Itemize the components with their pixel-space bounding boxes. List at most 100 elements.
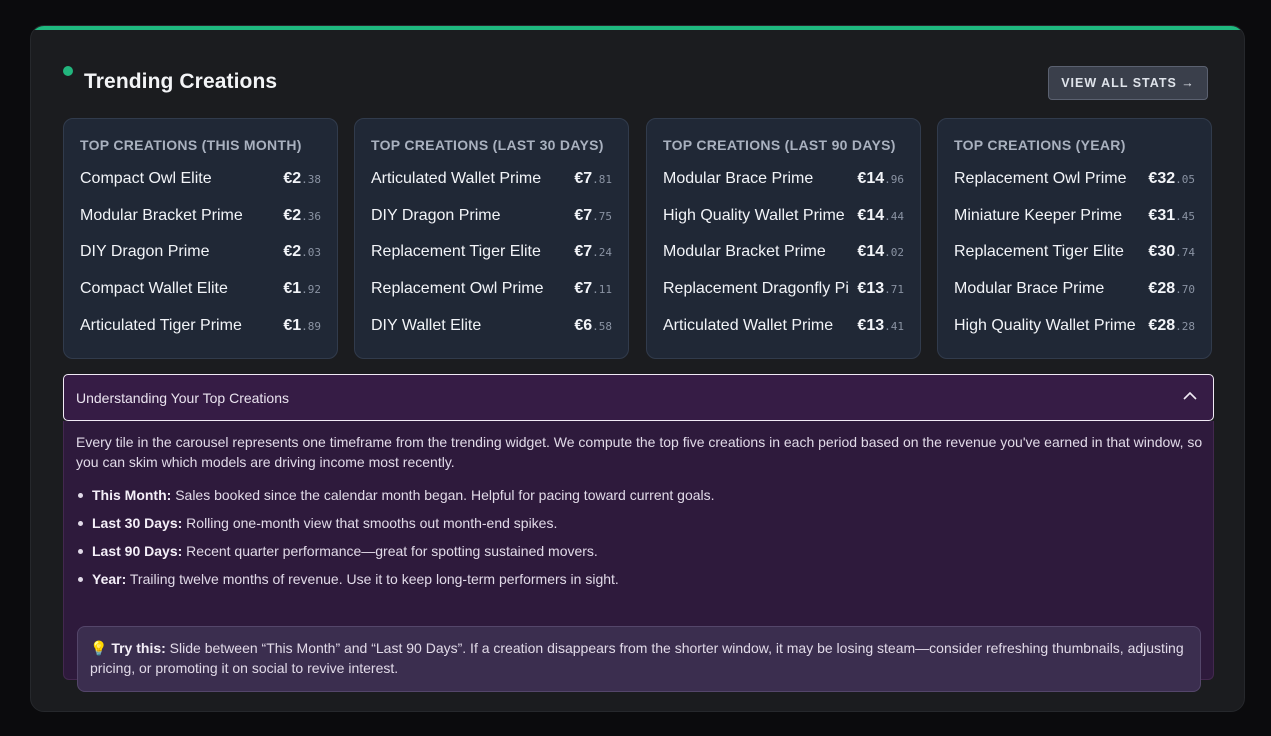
creation-revenue: €7.81	[574, 170, 612, 188]
creation-revenue: €14.02	[857, 243, 904, 261]
timeframe-bullets: This Month: Sales booked since the calen…	[76, 485, 1196, 597]
tip-text: Slide between “This Month” and “Last 90 …	[90, 640, 1184, 676]
creation-row[interactable]: Replacement Tiger Elite €7.24	[371, 243, 612, 265]
creation-row[interactable]: Articulated Tiger Prime €1.89	[80, 317, 321, 339]
revenue-cents: .89	[301, 320, 321, 333]
revenue-whole: €2	[283, 207, 302, 224]
creation-row[interactable]: Modular Bracket Prime €14.02	[663, 243, 904, 265]
creation-revenue: €13.71	[857, 280, 904, 298]
revenue-cents: .44	[884, 210, 904, 223]
revenue-whole: €14	[857, 170, 885, 187]
accordion-intro: Every tile in the carousel represents on…	[76, 434, 1203, 470]
creation-revenue: €7.11	[574, 280, 612, 298]
tip-callout: 💡 Try this: Slide between “This Month” a…	[77, 626, 1201, 692]
view-all-stats-button[interactable]: VIEW ALL STATS →	[1048, 66, 1208, 100]
creation-revenue: €1.89	[283, 317, 321, 335]
creation-row[interactable]: DIY Wallet Elite €6.58	[371, 317, 612, 339]
creation-revenue: €2.36	[283, 207, 321, 225]
revenue-cents: .11	[592, 283, 612, 296]
bullet-text: Rolling one-month view that smooths out …	[182, 515, 558, 531]
creation-name: Articulated Wallet Prime	[371, 170, 542, 187]
creation-row[interactable]: Modular Brace Prime €14.96	[663, 170, 904, 192]
trending-panel: Trending Creations VIEW ALL STATS → TOP …	[30, 25, 1245, 712]
accordion-header[interactable]: Understanding Your Top Creations	[63, 374, 1214, 421]
creation-name: Replacement Tiger Elite	[371, 243, 541, 260]
revenue-cents: .45	[1175, 210, 1195, 223]
creation-name: DIY Dragon Prime	[371, 207, 501, 224]
creation-revenue: €13.41	[857, 317, 904, 335]
bullet-term: Last 90 Days:	[92, 543, 183, 559]
revenue-cents: .92	[301, 283, 321, 296]
creation-row[interactable]: Replacement Dragonfly Pi €13.71	[663, 280, 904, 302]
creation-row[interactable]: Replacement Owl Prime €32.05	[954, 170, 1195, 192]
creation-name: Articulated Wallet Prime	[663, 317, 834, 334]
creation-revenue: €14.96	[857, 170, 904, 188]
revenue-cents: .71	[884, 283, 904, 296]
chevron-up-icon	[1183, 391, 1197, 400]
creation-row[interactable]: Articulated Wallet Prime €7.81	[371, 170, 612, 192]
creation-row[interactable]: Modular Brace Prime €28.70	[954, 280, 1195, 302]
revenue-cents: .74	[1175, 246, 1195, 259]
tip-label: Try this:	[111, 640, 166, 656]
creation-row[interactable]: Articulated Wallet Prime €13.41	[663, 317, 904, 339]
creation-name: Modular Bracket Prime	[663, 243, 826, 260]
creation-revenue: €6.58	[574, 317, 612, 335]
creation-revenue: €31.45	[1148, 207, 1195, 225]
creation-name: Compact Wallet Elite	[80, 280, 228, 297]
creation-name: DIY Dragon Prime	[80, 243, 210, 260]
creation-row[interactable]: High Quality Wallet Prime €14.44	[663, 207, 904, 229]
creation-revenue: €1.92	[283, 280, 321, 298]
bullet-item: This Month: Sales booked since the calen…	[76, 485, 1196, 513]
revenue-whole: €13	[857, 317, 885, 334]
creation-name: DIY Wallet Elite	[371, 317, 482, 334]
creation-revenue: €30.74	[1148, 243, 1195, 261]
revenue-whole: €28	[1148, 280, 1176, 297]
creation-revenue: €7.75	[574, 207, 612, 225]
revenue-cents: .75	[592, 210, 612, 223]
creation-row[interactable]: Replacement Tiger Elite €30.74	[954, 243, 1195, 265]
revenue-whole: €14	[857, 243, 885, 260]
revenue-whole: €2	[283, 170, 302, 187]
creation-name: High Quality Wallet Prime	[663, 207, 845, 224]
creation-name: Replacement Owl Prime	[371, 280, 544, 297]
timeframe-card: TOP CREATIONS (LAST 90 DAYS) Modular Brac…	[646, 118, 921, 359]
card-title: TOP CREATIONS (THIS MONTH)	[80, 137, 302, 153]
revenue-whole: €7	[574, 207, 593, 224]
revenue-whole: €2	[283, 243, 302, 260]
revenue-whole: €1	[283, 317, 302, 334]
creation-row[interactable]: Modular Bracket Prime €2.36	[80, 207, 321, 229]
creation-name: Miniature Keeper Prime	[954, 207, 1123, 224]
creation-row[interactable]: DIY Dragon Prime €2.03	[80, 243, 321, 265]
revenue-whole: €1	[283, 280, 302, 297]
creation-row[interactable]: Compact Owl Elite €2.38	[80, 170, 321, 192]
creation-row[interactable]: Replacement Owl Prime €7.11	[371, 280, 612, 302]
creation-name: Modular Bracket Prime	[80, 207, 243, 224]
timeframe-card: TOP CREATIONS (THIS MONTH) Compact Owl El…	[63, 118, 338, 359]
creation-row[interactable]: High Quality Wallet Prime €28.28	[954, 317, 1195, 339]
revenue-cents: .02	[884, 246, 904, 259]
timeframe-carousel: TOP CREATIONS (THIS MONTH) Compact Owl El…	[63, 118, 1213, 359]
creation-name: Replacement Owl Prime	[954, 170, 1127, 187]
bullet-term: Year:	[92, 571, 127, 587]
revenue-whole: €30	[1148, 243, 1176, 260]
revenue-whole: €13	[857, 280, 885, 297]
card-title: TOP CREATIONS (LAST 90 DAYS)	[663, 137, 896, 153]
revenue-cents: .38	[301, 173, 321, 186]
revenue-whole: €31	[1148, 207, 1176, 224]
creation-row[interactable]: Compact Wallet Elite €1.92	[80, 280, 321, 302]
creation-row[interactable]: Miniature Keeper Prime €31.45	[954, 207, 1195, 229]
creation-revenue: €28.28	[1148, 317, 1195, 335]
creation-name: Replacement Dragonfly Pi	[663, 280, 849, 297]
revenue-whole: €6	[574, 317, 593, 334]
creation-name: Articulated Tiger Prime	[80, 317, 242, 334]
revenue-cents: .24	[592, 246, 612, 259]
revenue-whole: €7	[574, 170, 593, 187]
bullet-term: Last 30 Days:	[92, 515, 183, 531]
panel-title: Trending Creations	[84, 70, 278, 93]
creation-revenue: €7.24	[574, 243, 612, 261]
bullet-item: Last 30 Days: Rolling one-month view tha…	[76, 513, 1196, 541]
creation-revenue: €28.70	[1148, 280, 1195, 298]
creation-name: Compact Owl Elite	[80, 170, 212, 187]
status-dot-icon	[63, 66, 73, 76]
creation-row[interactable]: DIY Dragon Prime €7.75	[371, 207, 612, 229]
